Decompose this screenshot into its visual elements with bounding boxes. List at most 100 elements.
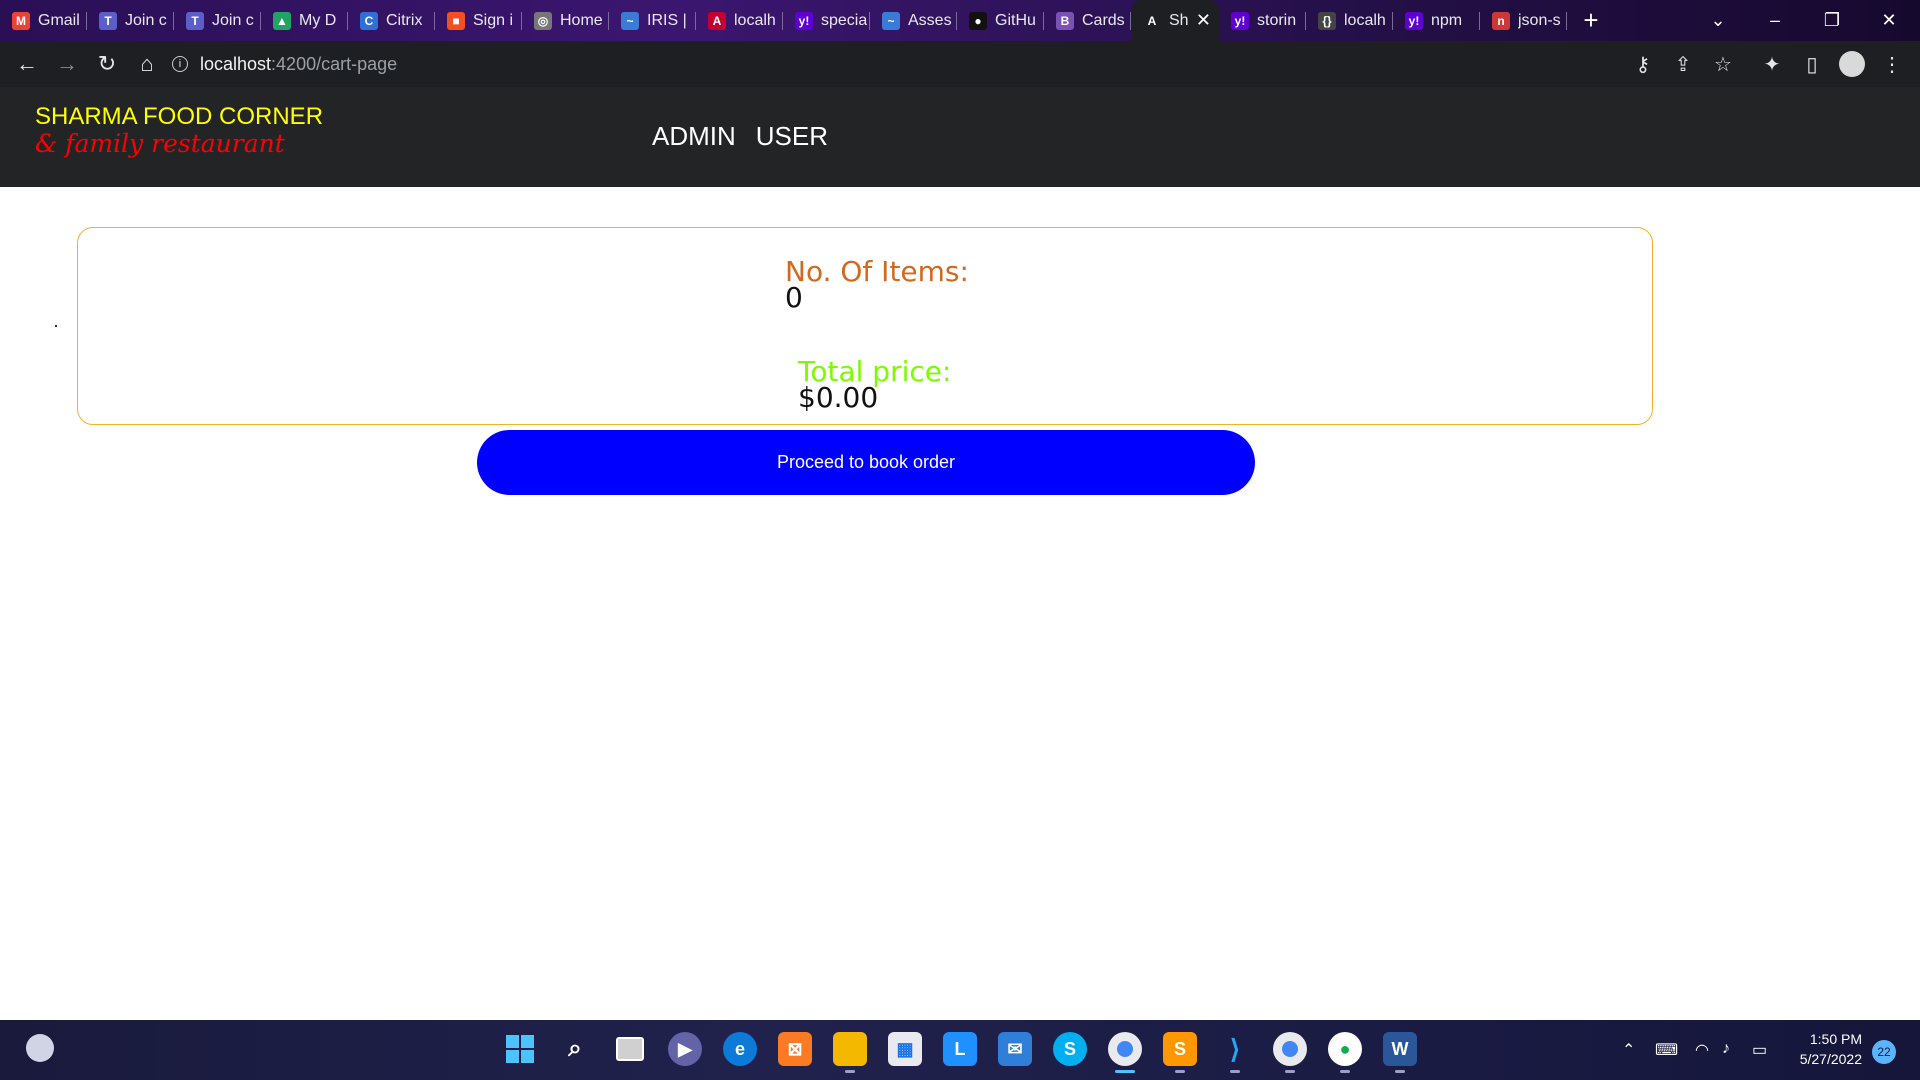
word-icon[interactable]: W <box>1383 1032 1417 1073</box>
address-bar[interactable]: i localhost:4200/cart-page <box>172 46 1622 82</box>
nav-user-link[interactable]: USER <box>756 121 828 152</box>
volume-icon[interactable]: ♪ <box>1722 1040 1730 1058</box>
file-explorer-icon[interactable] <box>833 1032 867 1073</box>
edge-icon[interactable]: e <box>723 1032 757 1066</box>
browser-tab[interactable]: M Gmail <box>0 0 87 41</box>
gmail-icon: M <box>12 11 30 30</box>
bookmark-star-icon[interactable]: ☆ <box>1703 44 1743 84</box>
clock-time: 1:50 PM <box>1809 1031 1862 1047</box>
tab-title: Home <box>560 11 603 29</box>
tab-title: Citrix <box>386 11 423 29</box>
browser-tab[interactable]: B Cards <box>1044 0 1131 41</box>
browser-toolbar: ← → ↻ ⌂ i localhost:4200/cart-page ⚷ ⇪ ☆… <box>0 41 1920 87</box>
tab-title: GitHu <box>995 11 1036 29</box>
browser-tab[interactable]: y! storin <box>1219 0 1306 41</box>
extensions-icon[interactable]: ✦ <box>1752 44 1792 84</box>
profile-avatar[interactable] <box>1832 44 1872 84</box>
side-panel-icon[interactable]: ▯ <box>1792 44 1832 84</box>
microsoft-icon: ■ <box>447 11 465 30</box>
skype-icon[interactable]: S <box>1053 1032 1087 1066</box>
show-hidden-icons-icon[interactable]: ⌃ <box>1622 1040 1635 1060</box>
start-icon[interactable] <box>503 1032 537 1066</box>
back-icon[interactable]: ← <box>7 44 47 84</box>
weather-icon[interactable] <box>26 1034 54 1062</box>
xampp-icon[interactable]: ⊠ <box>778 1032 812 1066</box>
browser-tab[interactable]: T Join c <box>87 0 174 41</box>
tab-title: Cards <box>1082 11 1125 29</box>
wifi-icon[interactable]: ◠ <box>1695 1040 1709 1060</box>
taskbar-clock[interactable]: 1:50 PM 5/27/2022 <box>1782 1029 1862 1069</box>
citrix-icon: C <box>360 11 378 30</box>
url-host: localhost <box>200 53 272 74</box>
mail-icon[interactable]: ✉ <box>998 1032 1032 1066</box>
main-nav: ADMIN USER <box>652 121 828 152</box>
tab-title: specia <box>821 11 868 29</box>
tab-title: Join c <box>212 11 254 29</box>
vscode-icon[interactable]: ⟩ <box>1218 1032 1252 1073</box>
sublime-text-icon[interactable]: S <box>1163 1032 1197 1073</box>
share-icon[interactable]: ⇪ <box>1663 44 1703 84</box>
teams-icon: T <box>99 11 117 30</box>
tab-search-icon[interactable]: ⌄ <box>1690 0 1746 41</box>
forward-icon[interactable]: → <box>47 44 87 84</box>
search-icon[interactable]: ⌕ <box>558 1032 592 1066</box>
stray-dot <box>55 325 57 327</box>
tab-title: localh <box>734 11 776 29</box>
tab-title: Join c <box>125 11 167 29</box>
browser-tab[interactable]: ● GitHu <box>957 0 1044 41</box>
browser-tab[interactable]: ▲ My D <box>261 0 348 41</box>
task-view-icon[interactable] <box>613 1032 647 1066</box>
reload-icon[interactable]: ↻ <box>87 44 127 84</box>
tab-title: storin <box>1257 11 1297 29</box>
brand-name[interactable]: SHARMA FOOD CORNER <box>35 103 323 131</box>
browser-tab[interactable]: T Join c <box>174 0 261 41</box>
yahoo-icon: y! <box>1231 11 1249 30</box>
battery-icon[interactable]: ▭ <box>1752 1040 1767 1060</box>
total-price-value: $0.00 <box>798 381 879 414</box>
teams-chat-icon[interactable]: ▶ <box>668 1032 702 1066</box>
close-window-button[interactable]: ✕ <box>1861 0 1917 41</box>
l-app-icon[interactable]: L <box>943 1032 977 1066</box>
tab-title: Asses <box>908 11 952 29</box>
proceed-to-book-button[interactable]: Proceed to book order <box>477 430 1255 495</box>
close-tab-icon[interactable]: ✕ <box>1196 10 1211 31</box>
browser-tab[interactable]: n json-s <box>1480 0 1567 41</box>
globe-icon: ◎ <box>534 11 552 30</box>
browser-tab[interactable]: y! specia <box>783 0 870 41</box>
drive-icon: ▲ <box>273 11 291 30</box>
browser-tab[interactable]: ~ IRIS | <box>609 0 696 41</box>
menu-icon[interactable]: ⋮ <box>1872 44 1912 84</box>
yahoo-icon: y! <box>795 11 813 30</box>
microsoft-store-icon[interactable]: ▦ <box>888 1032 922 1066</box>
key-icon[interactable]: ⚷ <box>1623 44 1663 84</box>
site-info-icon[interactable]: i <box>172 56 188 72</box>
tab-title: npm <box>1431 11 1463 29</box>
npm-icon: n <box>1492 11 1510 30</box>
browser-tab[interactable]: A Sh ✕ <box>1131 0 1219 41</box>
browser-tab[interactable]: ■ Sign i <box>435 0 522 41</box>
browser-tab[interactable]: {} localh <box>1306 0 1393 41</box>
clock-date: 5/27/2022 <box>1799 1051 1862 1067</box>
restore-button[interactable]: ❐ <box>1804 0 1860 41</box>
browser-tab-strip: M Gmail T Join c T Join c ▲ My D C Citrix ■ Sign i ◎… <box>0 0 1920 41</box>
notification-badge[interactable]: 22 <box>1872 1040 1896 1064</box>
browser-tab[interactable]: C Citrix <box>348 0 435 41</box>
mongodb-compass-icon[interactable]: ● <box>1328 1032 1362 1073</box>
tab-title: Sign i <box>473 11 514 29</box>
browser-tab[interactable]: ◎ Home <box>522 0 609 41</box>
angular-icon: A <box>1143 11 1161 30</box>
home-icon[interactable]: ⌂ <box>127 44 167 84</box>
browser-tab[interactable]: Alocalh <box>696 0 783 41</box>
keyboard-icon[interactable]: ⌨ <box>1655 1040 1678 1060</box>
yahoo-icon: y! <box>1405 11 1423 30</box>
minimize-button[interactable]: – <box>1747 0 1803 41</box>
new-tab-button[interactable]: + <box>1571 0 1611 41</box>
browser-tab[interactable]: ~ Asses <box>870 0 957 41</box>
chrome-profile-icon[interactable] <box>1108 1032 1142 1073</box>
url-path: :4200/cart-page <box>271 53 398 74</box>
site-header: SHARMA FOOD CORNER & family restaurant A… <box>0 87 1920 187</box>
nav-admin-link[interactable]: ADMIN <box>652 121 736 152</box>
tab-title: json-s <box>1518 11 1561 29</box>
chrome-icon[interactable] <box>1273 1032 1307 1073</box>
browser-tab[interactable]: y! npm <box>1393 0 1480 41</box>
